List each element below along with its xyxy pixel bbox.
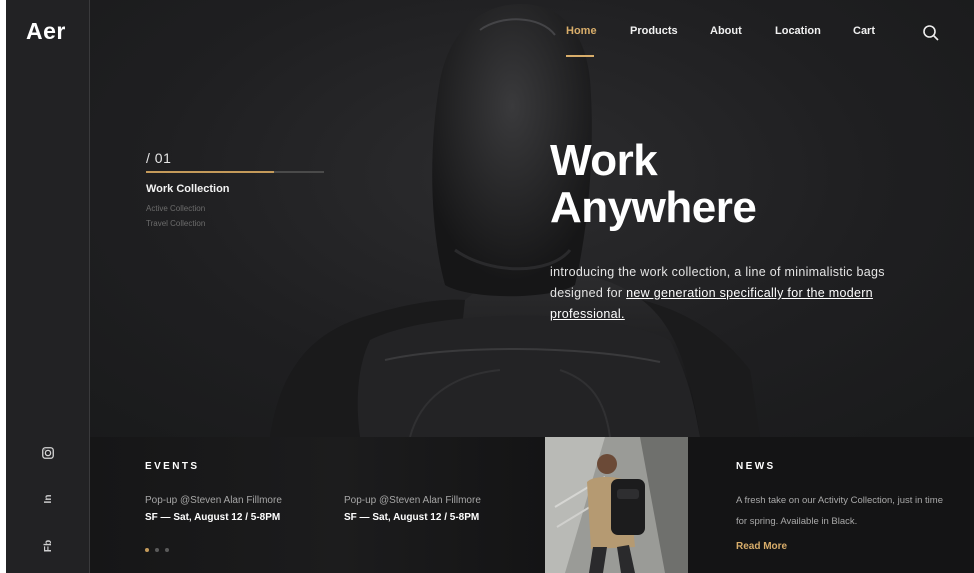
slide-progress-fill (146, 171, 275, 173)
slide-number: / 01 (146, 150, 172, 166)
events-pagination (145, 548, 169, 552)
hero-section: Home Products About Location Cart / 01 W… (90, 0, 974, 437)
instagram-icon[interactable] (37, 442, 59, 464)
collection-link-active[interactable]: Active Collection (146, 204, 205, 213)
brand-logo[interactable]: Aer (26, 18, 66, 45)
collection-link-work[interactable]: Work Collection (146, 183, 230, 195)
read-more-link[interactable]: Read More (736, 541, 787, 552)
nav-cart[interactable]: Cart (853, 25, 875, 37)
events-panel: EVENTS Pop-up @Steven Alan Fillmore SF —… (90, 437, 545, 573)
headline-line-1: Work (550, 136, 658, 185)
event-item[interactable]: Pop-up @Steven Alan Fillmore SF — Sat, A… (145, 492, 282, 526)
main-nav: Home Products About Location Cart (90, 25, 974, 65)
events-title: EVENTS (145, 461, 200, 472)
hero-headline: Work Anywhere (550, 136, 757, 232)
nav-active-indicator (566, 55, 594, 57)
event-name: Pop-up @Steven Alan Fillmore (344, 495, 481, 506)
nav-location[interactable]: Location (775, 25, 821, 37)
event-datetime: SF — Sat, August 12 / 5-8PM (145, 512, 281, 523)
event-item[interactable]: Pop-up @Steven Alan Fillmore SF — Sat, A… (344, 492, 481, 526)
nav-about[interactable]: About (710, 25, 742, 37)
sidebar: Aer In Fb (6, 0, 90, 573)
news-panel: NEWS A fresh take on our Activity Collec… (688, 437, 974, 573)
hero-intro-text: introducing the work collection, a line … (550, 262, 890, 325)
pagination-dot-3[interactable] (165, 548, 169, 552)
news-photo (545, 437, 688, 573)
slide-progress-bar (146, 171, 324, 173)
news-title: NEWS (736, 461, 776, 472)
search-icon[interactable] (922, 24, 940, 42)
bottom-strip: EVENTS Pop-up @Steven Alan Fillmore SF —… (90, 437, 974, 573)
linkedin-link[interactable]: In (37, 488, 59, 510)
pagination-dot-1[interactable] (145, 548, 149, 552)
nav-products[interactable]: Products (630, 25, 678, 37)
event-name: Pop-up @Steven Alan Fillmore (145, 495, 282, 506)
facebook-link[interactable]: Fb (37, 535, 59, 557)
collection-link-travel[interactable]: Travel Collection (146, 219, 205, 228)
pagination-dot-2[interactable] (155, 548, 159, 552)
event-datetime: SF — Sat, August 12 / 5-8PM (344, 512, 480, 523)
news-text: A fresh take on our Activity Collection,… (736, 495, 943, 527)
headline-line-2: Anywhere (550, 183, 757, 232)
nav-home[interactable]: Home (566, 25, 597, 37)
